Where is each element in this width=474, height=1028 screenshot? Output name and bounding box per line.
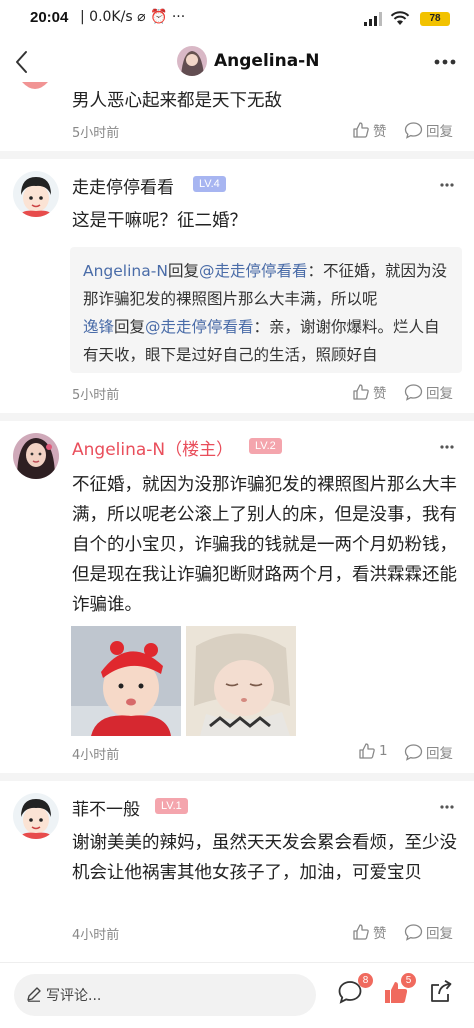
thumbs-up-icon (353, 122, 369, 138)
battery-level: 78 (429, 13, 441, 24)
status-network: | 0.0K/s ⌀ ⏰ ··· (80, 9, 186, 25)
comment-text: 男人恶心起来都是天下无敌 (72, 91, 282, 111)
reply-label: 回复 (426, 124, 453, 140)
level-badge: LV.4 (193, 176, 226, 192)
like-label: 赞 (373, 386, 387, 402)
page-title: Angelina-N (214, 51, 320, 71)
reply-verb: 回复 (167, 262, 199, 280)
comment-photo[interactable] (186, 626, 296, 736)
more-options-icon[interactable] (440, 805, 454, 809)
pencil-icon (27, 987, 41, 1002)
more-options-icon[interactable] (434, 59, 456, 65)
back-arrow-icon[interactable] (10, 49, 36, 75)
reply-label: 回复 (426, 926, 453, 942)
reply-author[interactable]: Angelina-N (83, 262, 168, 280)
comment-time: 5小时前 (72, 126, 120, 141)
speech-bubble-icon (404, 744, 423, 761)
username[interactable]: 菲不一般 (72, 795, 140, 820)
reply-thread[interactable]: Angelina-N回复@走走停停看看：不征婚，就因为没那诈骗犯发的裸照图片那么… (70, 247, 462, 373)
reply-item: Angelina-N回复@走走停停看看：不征婚，就因为没那诈骗犯发的裸照图片那么… (83, 257, 449, 313)
like-button[interactable]: 1 (358, 742, 388, 760)
reply-verb: 回复 (114, 318, 146, 336)
write-comment-placeholder: 写评论... (46, 988, 102, 1004)
comment-text: 谢谢美美的辣妈，虽然天天发会累会看烦，至少没机会让他祸害其他女孩子了，加油，可爱… (72, 833, 457, 883)
bottom-bar: 写评论... 8 5 (0, 962, 474, 1028)
share-icon[interactable] (428, 979, 454, 1005)
username[interactable]: Angelina-N（楼主） (72, 435, 233, 460)
section-divider (0, 151, 474, 159)
battery-icon: 78 (420, 12, 450, 26)
top-nav: Angelina-N (0, 38, 474, 86)
username[interactable]: 走走停停看看 (72, 173, 174, 198)
thumbs-up-icon (353, 384, 369, 400)
reply-button[interactable]: 回复 (404, 382, 453, 402)
more-options-icon[interactable] (440, 183, 454, 187)
speech-bubble-icon (404, 122, 423, 139)
reply-label: 回复 (426, 746, 453, 762)
comment-count-badge: 8 (358, 973, 373, 988)
signal-icon (364, 12, 382, 26)
reply-mention[interactable]: @走走停停看看 (199, 262, 308, 280)
speech-bubble-icon (404, 924, 423, 941)
reply-label: 回复 (426, 386, 453, 402)
like-count: 1 (379, 743, 388, 759)
reply-item: 逸锋回复@走走停停看看：亲，谢谢你爆料。烂人自有天收，眼下是过好自己的生活，照顾… (83, 313, 449, 369)
reply-button[interactable]: 回复 (404, 742, 453, 762)
section-divider (0, 413, 474, 421)
reply-button[interactable]: 回复 (404, 120, 453, 140)
user-avatar[interactable] (13, 171, 59, 217)
like-label: 赞 (373, 124, 387, 140)
wifi-icon (390, 11, 410, 25)
avatar-partial (22, 82, 48, 89)
like-label: 赞 (373, 926, 387, 942)
reply-author[interactable]: 逸锋 (83, 318, 114, 336)
level-badge: LV.2 (249, 438, 282, 454)
level-badge: LV.1 (155, 798, 188, 814)
like-count-badge: 5 (401, 973, 416, 988)
thumbs-up-icon (353, 924, 369, 940)
section-divider (0, 773, 474, 781)
like-button[interactable]: 赞 (352, 120, 387, 140)
like-button[interactable]: 赞 (352, 382, 387, 402)
author-avatar[interactable] (177, 46, 207, 76)
comment-time: 5小时前 (72, 388, 120, 403)
more-options-icon[interactable] (440, 445, 454, 449)
comment-time: 4小时前 (72, 928, 120, 943)
speech-bubble-icon (404, 384, 423, 401)
comment-text: 不征婚，就因为没那诈骗犯发的裸照图片那么大丰满，所以呢老公滚上了别人的床，但是没… (72, 475, 457, 615)
reply-button[interactable]: 回复 (404, 922, 453, 942)
comment-text: 这是干嘛呢？征二婚？ (72, 211, 247, 231)
write-comment-input[interactable]: 写评论... (14, 974, 316, 1016)
comment-photo[interactable] (71, 626, 181, 736)
thumbs-up-icon (359, 743, 375, 759)
user-avatar[interactable] (13, 793, 59, 839)
reply-mention[interactable]: @走走停停看看 (145, 318, 254, 336)
comment-time: 4小时前 (72, 748, 120, 763)
like-button[interactable]: 赞 (352, 922, 387, 942)
user-avatar[interactable] (13, 433, 59, 479)
status-time: 20:04 (30, 9, 69, 26)
status-bar: 20:04 | 0.0K/s ⌀ ⏰ ··· 78 (0, 0, 474, 38)
